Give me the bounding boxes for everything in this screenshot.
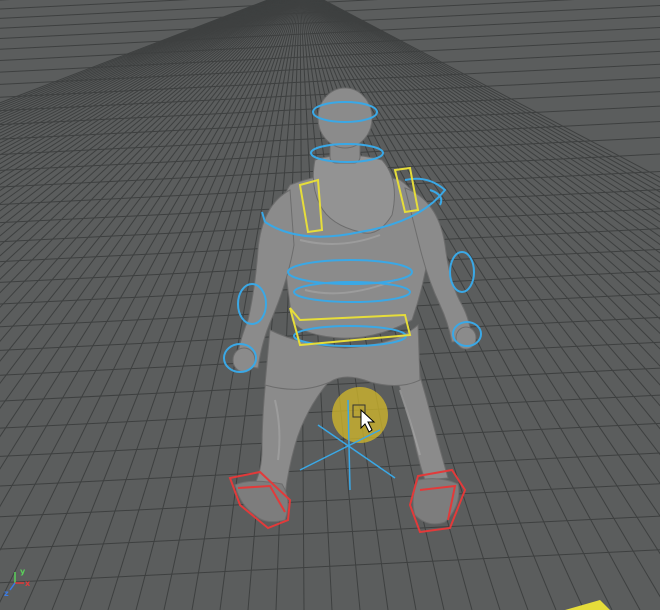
axis-label-x: x (25, 579, 31, 588)
axis-label-z: z (4, 589, 9, 598)
axis-label-y: y (20, 567, 26, 576)
viewport-3d[interactable]: y x z (0, 0, 660, 610)
move-manipulator[interactable] (332, 387, 388, 443)
